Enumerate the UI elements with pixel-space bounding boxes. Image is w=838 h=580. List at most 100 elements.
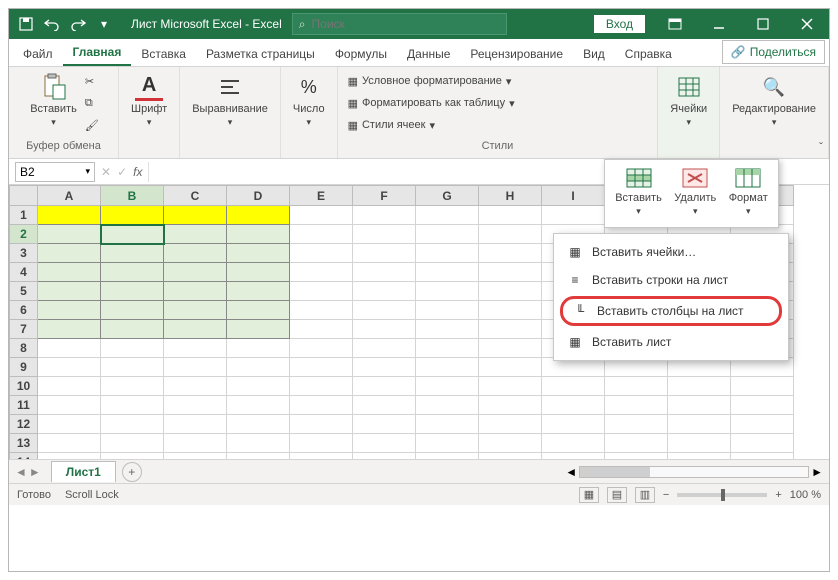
- cell[interactable]: [38, 263, 101, 282]
- copy-icon[interactable]: ⧉: [85, 93, 99, 113]
- delete-split-button[interactable]: Удалить▾: [674, 166, 716, 217]
- cells-button[interactable]: Ячейки▾: [668, 71, 709, 130]
- zoom-level[interactable]: 100 %: [790, 489, 821, 501]
- cell[interactable]: [164, 434, 227, 453]
- page-layout-view-icon[interactable]: ▤: [607, 487, 627, 503]
- cell[interactable]: [353, 301, 416, 320]
- column-header[interactable]: D: [227, 186, 290, 206]
- cell[interactable]: [227, 339, 290, 358]
- tab-formulas[interactable]: Формулы: [325, 41, 397, 66]
- cell[interactable]: [353, 225, 416, 244]
- cell[interactable]: [101, 453, 164, 460]
- tab-review[interactable]: Рецензирование: [460, 41, 573, 66]
- cell[interactable]: [479, 206, 542, 225]
- cell[interactable]: [353, 453, 416, 460]
- menu-insert-cells[interactable]: ▦Вставить ячейки…: [554, 238, 788, 266]
- cell[interactable]: [101, 206, 164, 225]
- cell[interactable]: [164, 282, 227, 301]
- menu-insert-columns[interactable]: ╙Вставить столбцы на лист: [560, 296, 782, 326]
- cell[interactable]: [416, 206, 479, 225]
- cell[interactable]: [227, 415, 290, 434]
- paste-button[interactable]: Вставить▾: [28, 71, 79, 130]
- row-header[interactable]: 12: [10, 415, 38, 434]
- row-header[interactable]: 5: [10, 282, 38, 301]
- font-button[interactable]: AШрифт▾: [129, 71, 169, 130]
- cell[interactable]: [353, 320, 416, 339]
- cell[interactable]: [38, 301, 101, 320]
- cell[interactable]: [668, 434, 731, 453]
- cell[interactable]: [227, 377, 290, 396]
- tab-layout[interactable]: Разметка страницы: [196, 41, 325, 66]
- cell[interactable]: [416, 377, 479, 396]
- cell[interactable]: [227, 263, 290, 282]
- cell[interactable]: [479, 225, 542, 244]
- cell[interactable]: [227, 301, 290, 320]
- cell[interactable]: [164, 225, 227, 244]
- cell[interactable]: [353, 396, 416, 415]
- name-box[interactable]: B2▾: [15, 162, 95, 182]
- cell[interactable]: [290, 377, 353, 396]
- cell[interactable]: [416, 320, 479, 339]
- cell[interactable]: [38, 320, 101, 339]
- cell[interactable]: [668, 415, 731, 434]
- cell[interactable]: [416, 301, 479, 320]
- cell[interactable]: [416, 415, 479, 434]
- scroll-left-icon[interactable]: ◄: [565, 465, 577, 479]
- undo-icon[interactable]: [41, 13, 63, 35]
- cell[interactable]: [479, 301, 542, 320]
- cell[interactable]: [38, 358, 101, 377]
- collapse-ribbon-icon[interactable]: ˇ: [819, 140, 823, 154]
- cell[interactable]: [353, 358, 416, 377]
- column-header[interactable]: G: [416, 186, 479, 206]
- cell[interactable]: [164, 263, 227, 282]
- cell[interactable]: [101, 320, 164, 339]
- tab-view[interactable]: Вид: [573, 41, 615, 66]
- cell[interactable]: [101, 225, 164, 244]
- search-box[interactable]: ⌕: [292, 13, 507, 35]
- conditional-formatting-button[interactable]: ▦Условное форматирование ▾: [348, 71, 648, 91]
- cell[interactable]: [227, 225, 290, 244]
- cell[interactable]: [479, 434, 542, 453]
- cell[interactable]: [479, 320, 542, 339]
- cell[interactable]: [542, 377, 605, 396]
- cell[interactable]: [164, 320, 227, 339]
- row-header[interactable]: 7: [10, 320, 38, 339]
- tab-help[interactable]: Справка: [615, 41, 682, 66]
- row-header[interactable]: 13: [10, 434, 38, 453]
- insert-split-button[interactable]: Вставить▾: [615, 166, 662, 217]
- cell[interactable]: [227, 453, 290, 460]
- cell[interactable]: [479, 453, 542, 460]
- cell[interactable]: [227, 434, 290, 453]
- row-header[interactable]: 4: [10, 263, 38, 282]
- cell[interactable]: [290, 453, 353, 460]
- cell[interactable]: [416, 339, 479, 358]
- cell[interactable]: [416, 282, 479, 301]
- format-split-button[interactable]: Формат▾: [729, 166, 768, 217]
- cell[interactable]: [479, 415, 542, 434]
- cell[interactable]: [101, 339, 164, 358]
- row-header[interactable]: 6: [10, 301, 38, 320]
- cell[interactable]: [353, 282, 416, 301]
- cell[interactable]: [38, 377, 101, 396]
- ribbon-display-icon[interactable]: [653, 9, 697, 39]
- cell[interactable]: [290, 282, 353, 301]
- cell[interactable]: [290, 320, 353, 339]
- cell[interactable]: [605, 415, 668, 434]
- cell-styles-button[interactable]: ▦Стили ячеек ▾: [348, 115, 648, 135]
- cell[interactable]: [668, 377, 731, 396]
- horizontal-scrollbar[interactable]: ◄ ►: [565, 465, 829, 479]
- cell[interactable]: [731, 415, 794, 434]
- cell[interactable]: [164, 396, 227, 415]
- cell[interactable]: [731, 453, 794, 460]
- cell[interactable]: [164, 339, 227, 358]
- sheet-nav-prev-icon[interactable]: ◄: [15, 465, 27, 479]
- cell[interactable]: [38, 282, 101, 301]
- cell[interactable]: [479, 358, 542, 377]
- redo-icon[interactable]: [67, 13, 89, 35]
- share-button[interactable]: 🔗Поделиться: [722, 40, 825, 64]
- cell[interactable]: [416, 225, 479, 244]
- cell[interactable]: [38, 396, 101, 415]
- cell[interactable]: [227, 206, 290, 225]
- cell[interactable]: [353, 263, 416, 282]
- cell[interactable]: [353, 415, 416, 434]
